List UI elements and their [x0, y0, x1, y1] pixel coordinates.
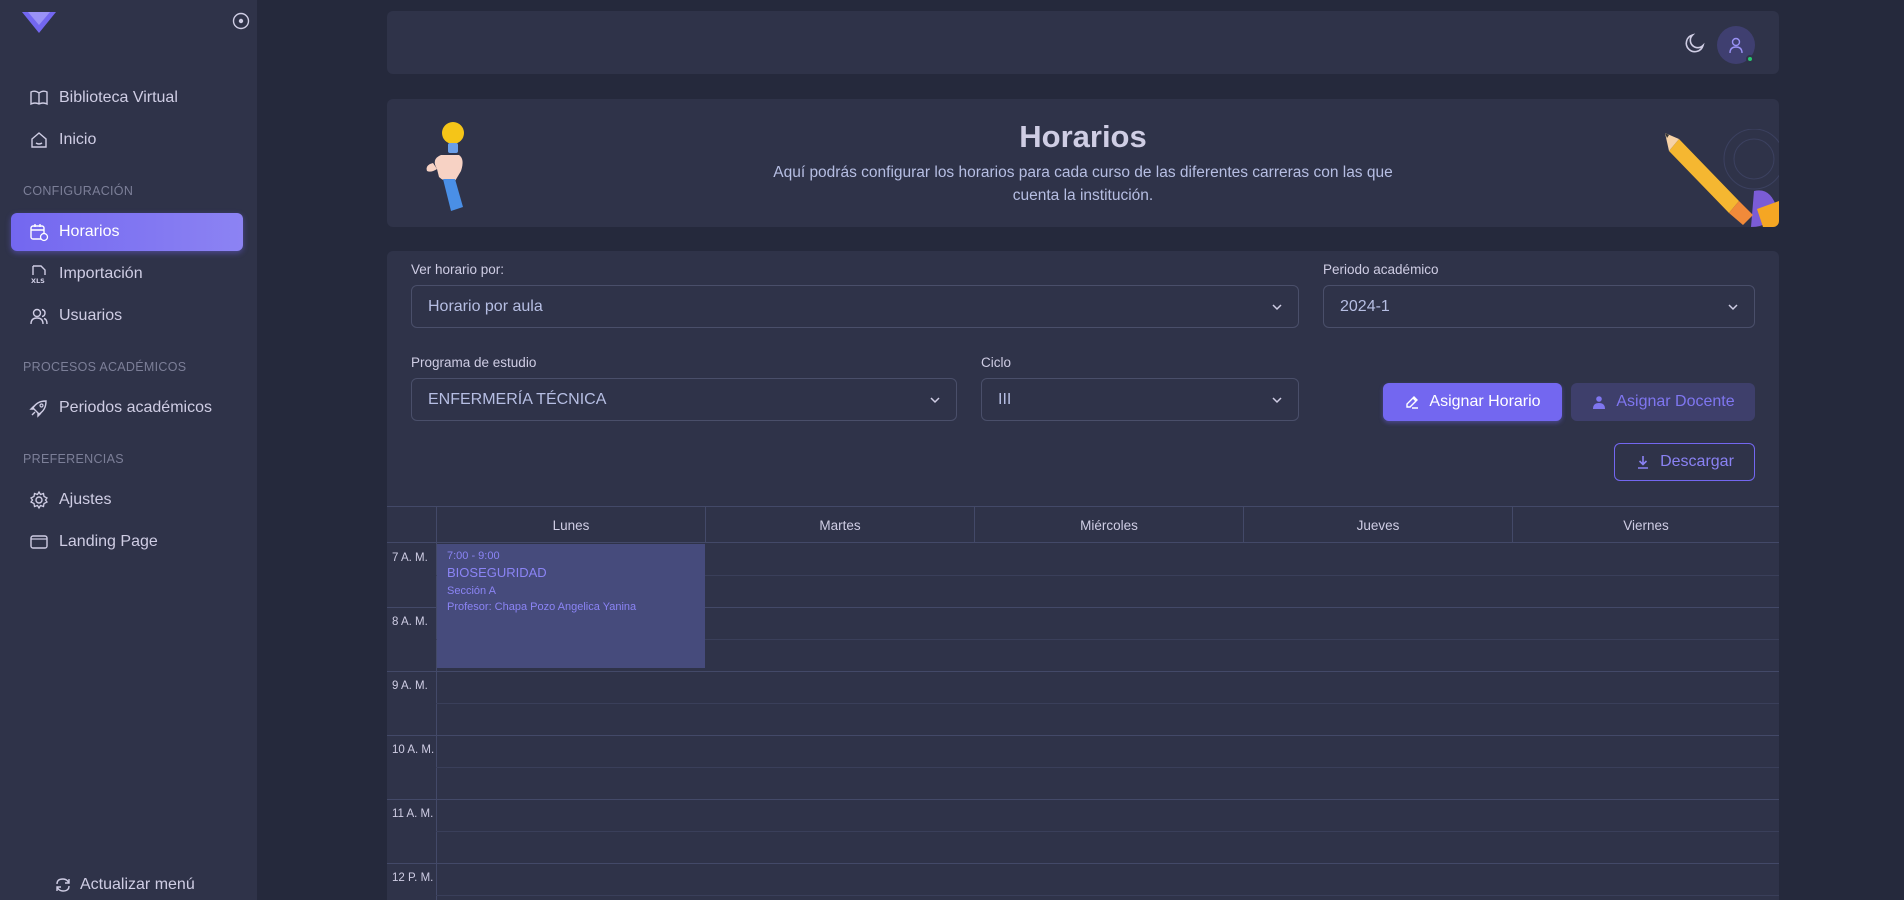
chevron-down-icon [930, 397, 940, 404]
program-value: ENFERMERÍA TÉCNICA [428, 390, 607, 408]
cycle-label: Ciclo [981, 355, 1012, 370]
calendar-header: Lunes Martes Miércoles Jueves Viernes [387, 506, 1779, 543]
view-by-label: Ver horario por: [411, 262, 505, 277]
weekly-calendar: Lunes Martes Miércoles Jueves Viernes 7 … [387, 506, 1779, 900]
hour-label-7am: 7 A. M. [392, 552, 428, 564]
sidebar-item-label: Biblioteca Virtual [59, 89, 178, 106]
period-select[interactable]: 2024-1 [1323, 285, 1755, 328]
xls-file-icon: XLS [29, 264, 49, 284]
hour-label-12pm: 12 P. M. [392, 872, 434, 884]
gear-icon [29, 490, 49, 510]
assign-schedule-button[interactable]: Asignar Horario [1383, 383, 1562, 421]
event-professor: Profesor: Chapa Pozo Angelica Yanina [447, 601, 637, 613]
half-hour-line [436, 767, 1779, 768]
users-icon [29, 306, 49, 326]
page-header-card: Horarios Aquí podrás configurar los hora… [387, 99, 1779, 227]
schedule-event-bioseguridad[interactable]: 7:00 - 9:00 BIOSEGURIDAD Sección A Profe… [437, 544, 705, 668]
half-hour-line [436, 703, 1779, 704]
day-header-jueves: Jueves [1243, 507, 1512, 543]
sidebar-item-usuarios[interactable]: Usuarios [11, 297, 243, 335]
hour-line [387, 799, 1779, 800]
sidebar-item-label: Importación [59, 265, 143, 282]
sidebar-item-label: Periodos académicos [59, 399, 212, 416]
refresh-menu-label: Actualizar menú [80, 876, 195, 893]
day-header-lunes: Lunes [436, 507, 705, 543]
moon-icon[interactable] [1683, 31, 1707, 55]
sidebar-item-label: Landing Page [59, 533, 158, 550]
refresh-icon [54, 876, 72, 894]
download-button[interactable]: Descargar [1614, 443, 1755, 481]
sidebar-item-inicio[interactable]: Inicio [11, 121, 243, 159]
section-configuracion: CONFIGURACIÓN [23, 184, 134, 198]
logo-icon[interactable] [22, 10, 56, 34]
user-icon [1729, 37, 1743, 54]
period-label: Periodo académico [1323, 262, 1439, 277]
download-icon [1635, 454, 1651, 470]
sidebar-item-horarios[interactable]: Horarios [11, 213, 243, 251]
sidebar-item-biblioteca[interactable]: Biblioteca Virtual [11, 79, 243, 117]
sidebar: Biblioteca Virtual Inicio CONFIGURACIÓN … [0, 0, 257, 900]
collapse-menu-icon[interactable] [232, 12, 250, 30]
view-by-value: Horario por aula [428, 297, 543, 315]
assign-schedule-label: Asignar Horario [1429, 393, 1541, 410]
refresh-menu-button[interactable]: Actualizar menú [54, 876, 195, 894]
sidebar-item-ajustes[interactable]: Ajustes [11, 481, 243, 519]
day-header-miercoles: Miércoles [974, 507, 1243, 543]
teacher-icon [1591, 394, 1607, 410]
hour-label-9am: 9 A. M. [392, 680, 428, 692]
user-avatar[interactable] [1717, 26, 1755, 64]
hour-label-8am: 8 A. M. [392, 616, 428, 628]
sidebar-item-label: Inicio [59, 131, 97, 148]
event-title: BIOSEGURIDAD [447, 565, 547, 580]
book-icon [29, 88, 49, 108]
section-preferencias: PREFERENCIAS [23, 452, 124, 466]
page-subtitle: Aquí podrás configurar los horarios para… [773, 164, 1393, 204]
assign-teacher-button[interactable]: Asignar Docente [1571, 383, 1755, 421]
program-label: Programa de estudio [411, 355, 537, 370]
browser-icon [29, 532, 49, 552]
chevron-down-icon [1272, 397, 1282, 404]
event-section: Sección A [447, 585, 496, 597]
svg-text:XLS: XLS [31, 277, 45, 284]
section-procesos: PROCESOS ACADÉMICOS [23, 360, 187, 374]
view-by-select[interactable]: Horario por aula [411, 285, 1299, 328]
hour-label-11am: 11 A. M. [392, 808, 434, 820]
half-hour-line [436, 831, 1779, 832]
half-hour-line [436, 895, 1779, 896]
program-select[interactable]: ENFERMERÍA TÉCNICA [411, 378, 957, 421]
sidebar-item-label: Horarios [59, 223, 120, 240]
sidebar-item-label: Ajustes [59, 491, 112, 508]
online-status-dot [1746, 55, 1754, 63]
download-label: Descargar [1660, 453, 1734, 470]
hour-line [387, 735, 1779, 736]
pencil-illustration [1665, 129, 1779, 227]
sidebar-item-importacion[interactable]: XLS Importación [11, 255, 243, 293]
assign-teacher-label: Asignar Docente [1616, 393, 1735, 410]
top-navbar [387, 11, 1779, 74]
hour-line [387, 863, 1779, 864]
day-header-viernes: Viernes [1512, 507, 1779, 543]
cycle-select[interactable]: III [981, 378, 1299, 421]
sidebar-item-landing[interactable]: Landing Page [11, 523, 243, 561]
sidebar-item-periodos[interactable]: Periodos académicos [11, 389, 243, 427]
home-icon [29, 130, 49, 150]
event-time: 7:00 - 9:00 [447, 550, 500, 562]
period-value: 2024-1 [1340, 297, 1390, 315]
hour-line [387, 671, 1779, 672]
schedule-card: Ver horario por: Horario por aula Period… [387, 251, 1779, 900]
rocket-icon [29, 398, 49, 418]
calendar-clock-icon [29, 222, 49, 242]
edit-icon [1404, 394, 1420, 410]
day-header-martes: Martes [705, 507, 974, 543]
hour-label-10am: 10 A. M. [392, 744, 435, 756]
page-title: Horarios [1019, 119, 1147, 154]
cycle-value: III [998, 390, 1012, 408]
sidebar-item-label: Usuarios [59, 307, 123, 324]
chevron-down-icon [1728, 304, 1738, 311]
chevron-down-icon [1272, 304, 1282, 311]
